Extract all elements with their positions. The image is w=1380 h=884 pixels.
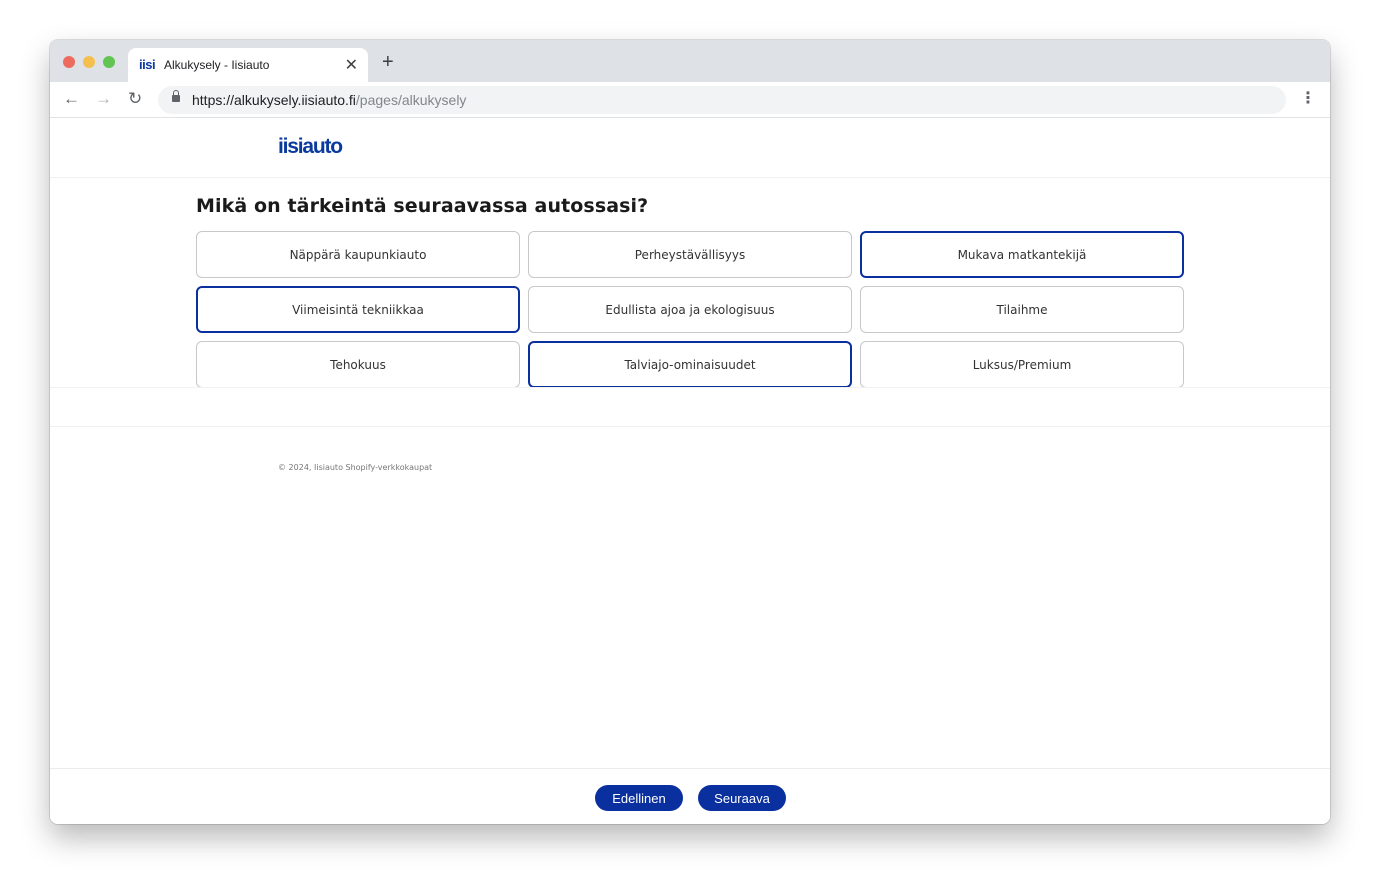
new-tab-icon[interactable]: +	[382, 52, 394, 72]
question-heading: Mikä on tärkeintä seuraavassa autossasi?	[196, 195, 649, 217]
browser-menu-icon[interactable]: ⋮	[1300, 90, 1316, 108]
option-edullista-ajoa[interactable]: Edullista ajoa ja ekologisuus	[528, 286, 852, 333]
favicon-icon: iisi	[139, 57, 156, 72]
option-perheystavallisyys[interactable]: Perheystävällisyys	[528, 231, 852, 278]
tab-bar: iisi Alkukysely - Iisiauto ✕ +	[50, 40, 1330, 82]
lock-icon	[172, 90, 180, 102]
option-viimeisinta-tekniikkaa[interactable]: Viimeisintä tekniikkaa	[196, 286, 520, 333]
option-nappara-kaupunkiauto[interactable]: Näppärä kaupunkiauto	[196, 231, 520, 278]
browser-window: iisi Alkukysely - Iisiauto ✕ + ← → ↻ htt…	[50, 40, 1330, 824]
option-tehokuus[interactable]: Tehokuus	[196, 341, 520, 388]
site-logo[interactable]: iisiauto	[278, 135, 343, 159]
close-window-button[interactable]	[63, 56, 75, 68]
option-tilaihme[interactable]: Tilaihme	[860, 286, 1184, 333]
reload-icon[interactable]: ↻	[128, 89, 142, 109]
minimize-window-button[interactable]	[83, 56, 95, 68]
url-path: /pages/alkukysely	[355, 92, 467, 108]
divider	[50, 387, 1330, 388]
footer-nav-bar: Edellinen Seuraava	[50, 768, 1330, 824]
copyright-text: © 2024, Iisiauto Shopify-verkkokaupat	[278, 463, 433, 472]
option-mukava-matkantekija[interactable]: Mukava matkantekijä	[860, 231, 1184, 278]
maximize-window-button[interactable]	[103, 56, 115, 68]
tab-title: Alkukysely - Iisiauto	[164, 58, 270, 72]
address-bar[interactable]: https://alkukysely.iisiauto.fi/pages/alk…	[158, 86, 1286, 114]
browser-toolbar: ← → ↻ https://alkukysely.iisiauto.fi/pag…	[50, 82, 1330, 118]
forward-arrow-icon[interactable]: →	[95, 89, 112, 109]
back-arrow-icon[interactable]: ←	[63, 89, 80, 109]
option-talviajo-ominaisuudet[interactable]: Talviajo-ominaisuudet	[528, 341, 852, 388]
option-luksus-premium[interactable]: Luksus/Premium	[860, 341, 1184, 388]
divider	[50, 426, 1330, 427]
url-host: https://alkukysely.iisiauto.fi	[192, 92, 356, 108]
next-button[interactable]: Seuraava	[698, 785, 786, 811]
url-text[interactable]: https://alkukysely.iisiauto.fi/pages/alk…	[192, 92, 466, 108]
browser-tab[interactable]: iisi Alkukysely - Iisiauto ✕	[128, 48, 368, 82]
page-content: iisiauto Mikä on tärkeintä seuraavassa a…	[50, 119, 1330, 824]
previous-button[interactable]: Edellinen	[595, 785, 683, 811]
site-header: iisiauto	[50, 119, 1330, 178]
tab-close-icon[interactable]: ✕	[345, 55, 358, 75]
